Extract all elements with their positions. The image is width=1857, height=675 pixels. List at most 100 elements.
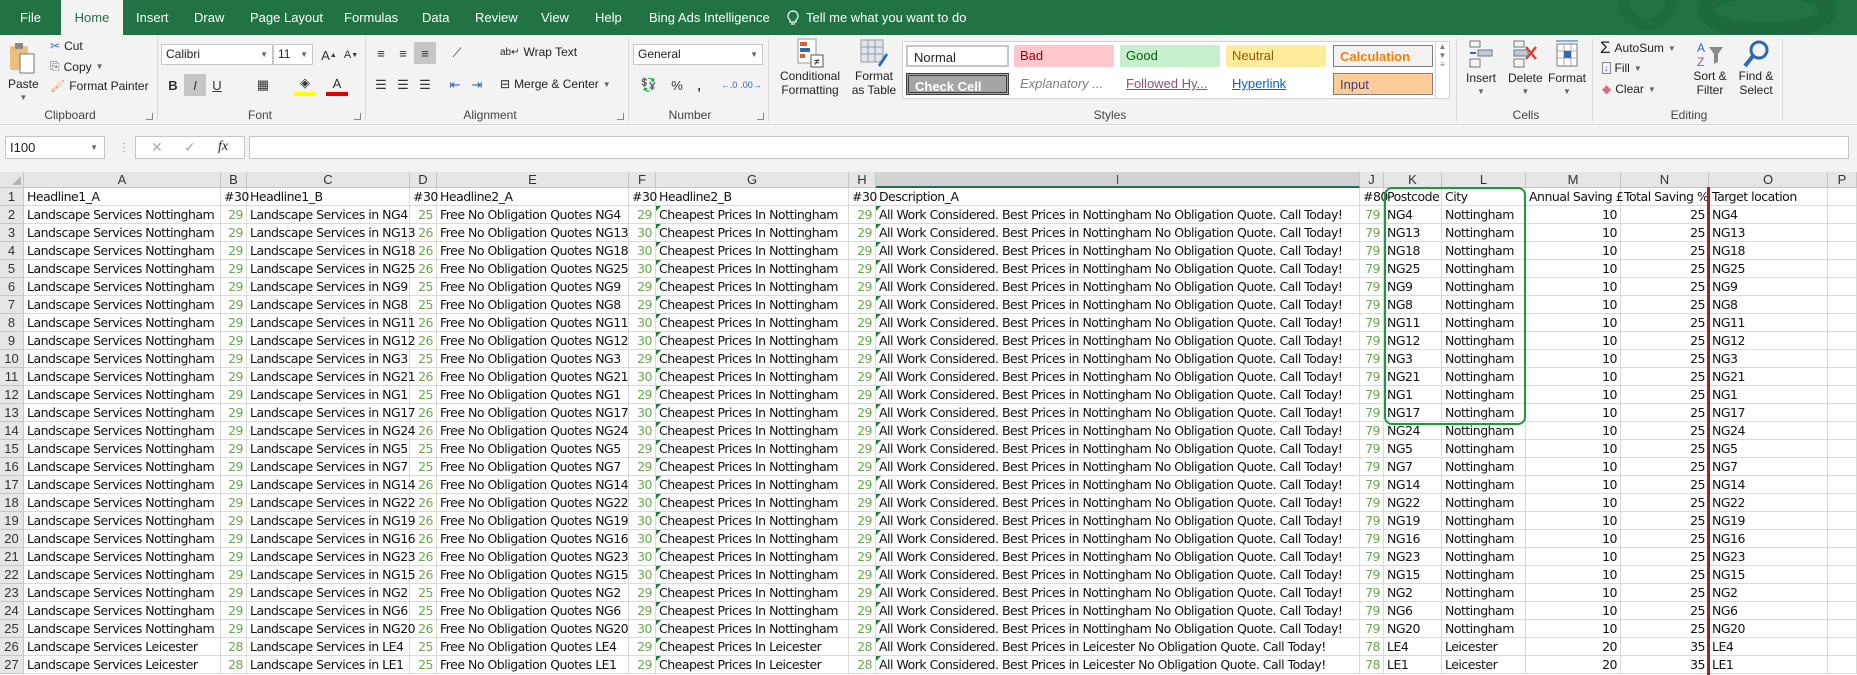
- cell-e25[interactable]: Free No Obligation Quotes NG20: [437, 620, 629, 638]
- paste-button[interactable]: Paste ▼: [8, 41, 39, 102]
- row-header-12[interactable]: 12: [0, 386, 24, 404]
- cell-b9[interactable]: 29: [221, 332, 247, 350]
- cell-i27[interactable]: All Work Considered. Best Prices in Leic…: [876, 656, 1360, 674]
- cell-b20[interactable]: 29: [221, 530, 247, 548]
- cell-l4[interactable]: Nottingham: [1442, 242, 1526, 260]
- cell-l21[interactable]: Nottingham: [1442, 548, 1526, 566]
- cell-a17[interactable]: Landscape Services Nottingham: [24, 476, 221, 494]
- cell-b21[interactable]: 29: [221, 548, 247, 566]
- decrease-font-size-button[interactable]: A ▼: [340, 44, 362, 66]
- cell-l5[interactable]: Nottingham: [1442, 260, 1526, 278]
- cell-o15[interactable]: NG5: [1709, 440, 1828, 458]
- row-header-24[interactable]: 24: [0, 602, 24, 620]
- cell-a14[interactable]: Landscape Services Nottingham: [24, 422, 221, 440]
- cell-o3[interactable]: NG13: [1709, 224, 1828, 242]
- cell-o5[interactable]: NG25: [1709, 260, 1828, 278]
- cell-b8[interactable]: 29: [221, 314, 247, 332]
- cell-o7[interactable]: NG8: [1709, 296, 1828, 314]
- column-header-j[interactable]: J: [1360, 172, 1384, 188]
- cell-a19[interactable]: Landscape Services Nottingham: [24, 512, 221, 530]
- cell-c17[interactable]: Landscape Services in NG14: [247, 476, 416, 494]
- clipboard-launcher-icon[interactable]: [146, 113, 153, 120]
- cell-o9[interactable]: NG12: [1709, 332, 1828, 350]
- cell-p26[interactable]: [1828, 638, 1857, 656]
- cell-f23[interactable]: 29: [629, 584, 656, 602]
- cell-l7[interactable]: Nottingham: [1442, 296, 1526, 314]
- cell-m24[interactable]: 10: [1526, 602, 1621, 620]
- row-header-14[interactable]: 14: [0, 422, 24, 440]
- cell-h26[interactable]: 28: [849, 638, 876, 656]
- fill-button[interactable]: ↓ Fill ▼: [1602, 61, 1642, 75]
- tab-data[interactable]: Data: [422, 0, 449, 35]
- tab-insert[interactable]: Insert: [136, 0, 169, 35]
- align-top-icon[interactable]: ≡: [370, 42, 392, 64]
- row-header-11[interactable]: 11: [0, 368, 24, 386]
- cell-d19[interactable]: 26: [410, 512, 437, 530]
- cell-j8[interactable]: 79: [1360, 314, 1384, 332]
- style-normal[interactable]: Normal: [906, 45, 1009, 67]
- cell-p5[interactable]: [1828, 260, 1857, 278]
- cell-o6[interactable]: NG9: [1709, 278, 1828, 296]
- cell-k3[interactable]: NG13: [1384, 224, 1442, 242]
- cell-e20[interactable]: Free No Obligation Quotes NG16: [437, 530, 629, 548]
- tab-view[interactable]: View: [541, 0, 569, 35]
- style-input[interactable]: Input: [1333, 73, 1433, 95]
- cell-h16[interactable]: 29: [849, 458, 876, 476]
- style-bad[interactable]: Bad: [1014, 45, 1114, 67]
- cell-o16[interactable]: NG7: [1709, 458, 1828, 476]
- cell-p8[interactable]: [1828, 314, 1857, 332]
- row-header-1[interactable]: 1: [0, 188, 24, 206]
- cell-n21[interactable]: 25: [1621, 548, 1709, 566]
- cell-m13[interactable]: 10: [1526, 404, 1621, 422]
- cell-d20[interactable]: 26: [410, 530, 437, 548]
- cell-c10[interactable]: Landscape Services in NG3: [247, 350, 410, 368]
- cell-h20[interactable]: 29: [849, 530, 876, 548]
- clear-button[interactable]: ◆ Clear ▼: [1602, 82, 1656, 96]
- cell-n20[interactable]: 25: [1621, 530, 1709, 548]
- cell-k4[interactable]: NG18: [1384, 242, 1442, 260]
- header-cell-k[interactable]: Postcode: [1384, 188, 1442, 206]
- cell-g21[interactable]: Cheapest Prices In Nottingham: [656, 548, 849, 566]
- cell-n12[interactable]: 25: [1621, 386, 1709, 404]
- cell-b27[interactable]: 28: [221, 656, 247, 674]
- cell-n18[interactable]: 25: [1621, 494, 1709, 512]
- cell-h19[interactable]: 29: [849, 512, 876, 530]
- cell-c25[interactable]: Landscape Services in NG20: [247, 620, 416, 638]
- cell-m16[interactable]: 10: [1526, 458, 1621, 476]
- row-header-4[interactable]: 4: [0, 242, 24, 260]
- cell-d21[interactable]: 26: [410, 548, 437, 566]
- header-cell-o[interactable]: Target location: [1709, 188, 1828, 206]
- format-cells-button[interactable]: Format ▼: [1548, 39, 1586, 96]
- cell-o23[interactable]: NG2: [1709, 584, 1828, 602]
- header-cell-l[interactable]: City: [1442, 188, 1526, 206]
- cell-d4[interactable]: 26: [410, 242, 437, 260]
- column-header-c[interactable]: C: [247, 172, 410, 188]
- cell-f2[interactable]: 29: [629, 206, 656, 224]
- cell-p23[interactable]: [1828, 584, 1857, 602]
- cell-k17[interactable]: NG14: [1384, 476, 1442, 494]
- cell-g24[interactable]: Cheapest Prices In Nottingham: [656, 602, 849, 620]
- cell-j17[interactable]: 79: [1360, 476, 1384, 494]
- copy-button[interactable]: ⎘ Copy ▼: [50, 59, 104, 74]
- cell-m18[interactable]: 10: [1526, 494, 1621, 512]
- cell-d16[interactable]: 25: [410, 458, 437, 476]
- cell-d12[interactable]: 25: [410, 386, 437, 404]
- cell-d22[interactable]: 26: [410, 566, 437, 584]
- tab-file[interactable]: File: [20, 0, 41, 35]
- row-header-17[interactable]: 17: [0, 476, 24, 494]
- cell-o4[interactable]: NG18: [1709, 242, 1828, 260]
- decrease-indent-icon[interactable]: ⇤: [444, 74, 466, 96]
- cell-f17[interactable]: 30: [629, 476, 656, 494]
- cut-button[interactable]: ✂ Cut: [50, 39, 83, 53]
- cell-l3[interactable]: Nottingham: [1442, 224, 1526, 242]
- cell-e27[interactable]: Free No Obligation Quotes LE1: [437, 656, 629, 674]
- tab-review[interactable]: Review: [475, 0, 518, 35]
- cell-a11[interactable]: Landscape Services Nottingham: [24, 368, 221, 386]
- cell-j19[interactable]: 79: [1360, 512, 1384, 530]
- cell-m12[interactable]: 10: [1526, 386, 1621, 404]
- fill-color-icon[interactable]: ◈: [294, 74, 316, 96]
- cell-k12[interactable]: NG1: [1384, 386, 1442, 404]
- row-header-8[interactable]: 8: [0, 314, 24, 332]
- cell-e12[interactable]: Free No Obligation Quotes NG1: [437, 386, 629, 404]
- cell-a18[interactable]: Landscape Services Nottingham: [24, 494, 221, 512]
